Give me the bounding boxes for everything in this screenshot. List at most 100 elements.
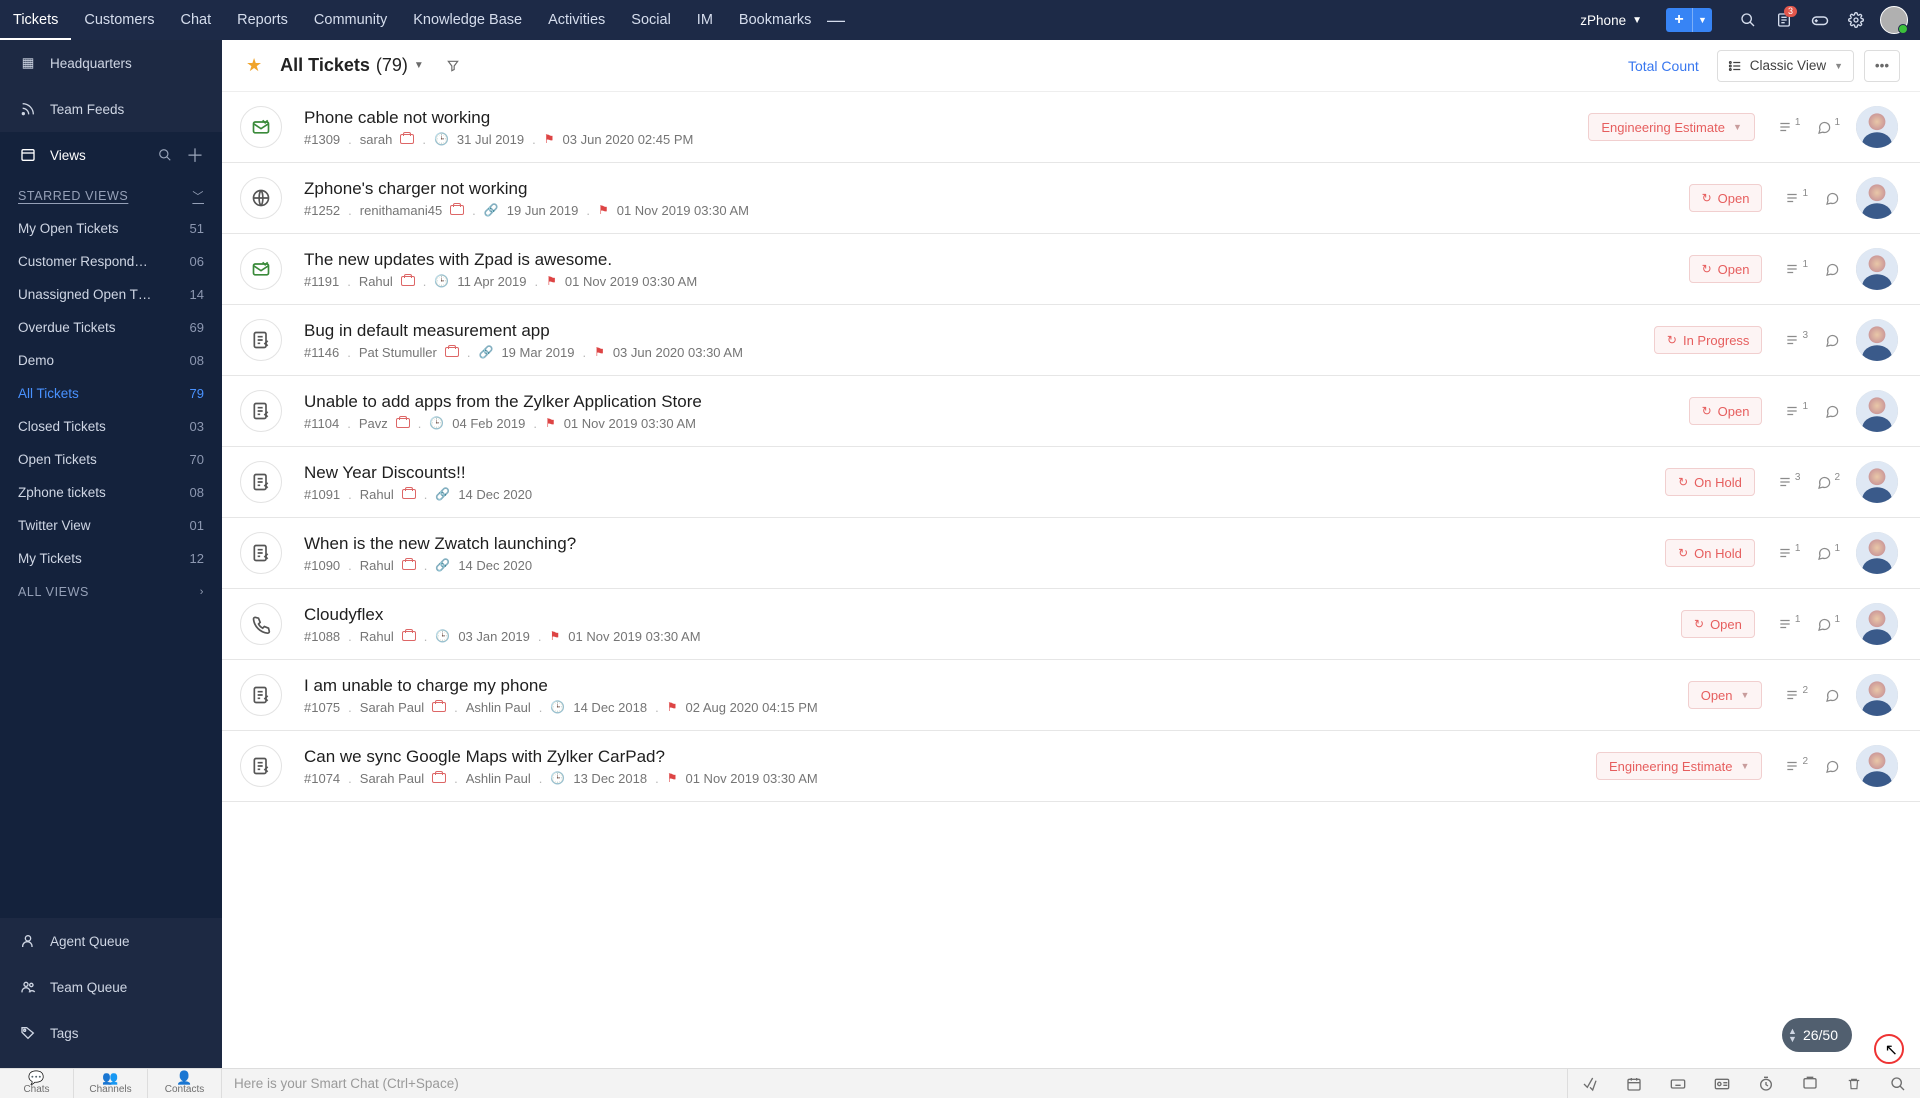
assignee-avatar[interactable] [1856,177,1898,219]
view-item[interactable]: Customer Respond…06 [0,245,222,278]
nav-tab-im[interactable]: IM [684,0,726,40]
status-button[interactable]: ↻On Hold [1665,539,1755,567]
bottombar-tab-contacts[interactable]: 👤Contacts [148,1069,222,1098]
star-icon[interactable]: ★ [246,55,262,76]
status-button[interactable]: ↻In Progress [1654,326,1763,354]
view-item[interactable]: Twitter View01 [0,509,222,542]
bottom-icon-calendar[interactable] [1612,1069,1656,1098]
sidebar-item-tags[interactable]: Tags [0,1010,222,1056]
view-item[interactable]: All Tickets79 [0,377,222,410]
sidebar-item-teamfeeds[interactable]: Team Feeds [0,86,222,132]
assignee-avatar[interactable] [1856,461,1898,503]
thread-count[interactable]: 2 [1784,759,1808,773]
comment-count[interactable] [1824,333,1840,348]
bottom-icon-timer[interactable] [1744,1069,1788,1098]
ticket-row[interactable]: When is the new Zwatch launching?#1090.R… [222,518,1920,589]
comment-count[interactable]: 1 [1816,120,1840,135]
sidebar-item-team-queue[interactable]: Team Queue [0,964,222,1010]
view-item[interactable]: Closed Tickets03 [0,410,222,443]
nav-tab-customers[interactable]: Customers [71,0,167,40]
nav-tab-knowledge-base[interactable]: Knowledge Base [400,0,535,40]
nav-more-icon[interactable]: — [824,0,848,40]
ticket-row[interactable]: Can we sync Google Maps with Zylker CarP… [222,731,1920,802]
ticket-row[interactable]: Cloudyflex#1088.Rahul .🕒03 Jan 2019.⚑01 … [222,589,1920,660]
view-title-drop[interactable]: ▼ [414,60,424,71]
nav-tab-chat[interactable]: Chat [168,0,225,40]
status-button[interactable]: ↻Open [1689,184,1763,212]
status-button[interactable]: Engineering Estimate▼ [1596,752,1763,780]
status-button[interactable]: ↻On Hold [1665,468,1755,496]
thread-count[interactable]: 1 [1777,617,1801,631]
comment-count[interactable] [1824,404,1840,419]
assignee-avatar[interactable] [1856,106,1898,148]
notifications-icon[interactable]: 3 [1766,0,1802,40]
nav-tab-reports[interactable]: Reports [224,0,301,40]
comment-count[interactable] [1824,688,1840,703]
thread-count[interactable]: 1 [1784,404,1808,418]
comment-count[interactable] [1824,191,1840,206]
add-view-icon[interactable]: ＋ [186,142,204,168]
comment-count[interactable]: 1 [1816,617,1840,632]
assignee-avatar[interactable] [1856,745,1898,787]
total-count-link[interactable]: Total Count [1628,58,1699,74]
view-item[interactable]: Open Tickets70 [0,443,222,476]
view-item[interactable]: My Open Tickets51 [0,212,222,245]
sidebar-item-headquarters[interactable]: ▦ Headquarters [0,40,222,86]
thread-count[interactable]: 1 [1784,262,1808,276]
ticket-row[interactable]: I am unable to charge my phone#1075.Sara… [222,660,1920,731]
bottom-icon-1[interactable] [1568,1069,1612,1098]
starred-views-header[interactable]: STARRED VIEWS ﹀ [0,178,222,212]
status-button[interactable]: Engineering Estimate▼ [1588,113,1755,141]
smart-chat-input[interactable]: Here is your Smart Chat (Ctrl+Space) [222,1069,1568,1098]
thread-count[interactable]: 1 [1777,546,1801,560]
assignee-avatar[interactable] [1856,248,1898,290]
assignee-avatar[interactable] [1856,674,1898,716]
user-avatar[interactable] [1880,6,1908,34]
all-views-header[interactable]: ALL VIEWS › [0,575,222,607]
bottom-icon-id[interactable] [1700,1069,1744,1098]
view-item[interactable]: Demo08 [0,344,222,377]
add-button[interactable]: + ▼ [1666,8,1712,32]
ticket-row[interactable]: New Year Discounts!!#1091.Rahul .🔗14 Dec… [222,447,1920,518]
status-button[interactable]: ↻Open [1689,397,1763,425]
ticket-row[interactable]: Unable to add apps from the Zylker Appli… [222,376,1920,447]
add-drop-icon[interactable]: ▼ [1692,8,1712,32]
ticket-row[interactable]: Bug in default measurement app#1146.Pat … [222,305,1920,376]
comment-count[interactable]: 2 [1816,475,1840,490]
bottombar-tab-chats[interactable]: 💬Chats [0,1069,74,1098]
status-button[interactable]: ↻Open [1681,610,1755,638]
view-item[interactable]: Zphone tickets08 [0,476,222,509]
view-item[interactable]: Overdue Tickets69 [0,311,222,344]
assignee-avatar[interactable] [1856,319,1898,361]
ticket-row[interactable]: Zphone's charger not working#1252.renith… [222,163,1920,234]
filter-icon[interactable] [446,59,460,73]
gear-icon[interactable] [1838,0,1874,40]
thread-count[interactable]: 3 [1784,333,1808,347]
nav-tab-bookmarks[interactable]: Bookmarks [726,0,825,40]
nav-tab-social[interactable]: Social [618,0,684,40]
org-selector[interactable]: zPhone ▼ [1580,13,1642,28]
nav-tab-activities[interactable]: Activities [535,0,618,40]
comment-count[interactable] [1824,262,1840,277]
thread-count[interactable]: 1 [1784,191,1808,205]
view-item[interactable]: Unassigned Open T…14 [0,278,222,311]
sidebar-item-agent-queue[interactable]: Agent Queue [0,918,222,964]
bottom-icon-delete[interactable] [1832,1069,1876,1098]
ticket-row[interactable]: The new updates with Zpad is awesome.#11… [222,234,1920,305]
assignee-avatar[interactable] [1856,532,1898,574]
thread-count[interactable]: 3 [1777,475,1801,489]
assignee-avatar[interactable] [1856,603,1898,645]
bottom-icon-keyboard[interactable] [1656,1069,1700,1098]
nav-tab-tickets[interactable]: Tickets [0,0,71,40]
bottom-icon-search[interactable] [1876,1069,1920,1098]
more-menu-button[interactable]: ••• [1864,50,1900,82]
status-button[interactable]: ↻Open [1689,255,1763,283]
comment-count[interactable] [1824,759,1840,774]
bottombar-tab-channels[interactable]: 👥Channels [74,1069,148,1098]
view-mode-selector[interactable]: Classic View ▼ [1717,50,1854,82]
assignee-avatar[interactable] [1856,390,1898,432]
comment-count[interactable]: 1 [1816,546,1840,561]
search-icon[interactable] [1730,0,1766,40]
search-views-icon[interactable] [158,148,172,162]
thread-count[interactable]: 2 [1784,688,1808,702]
